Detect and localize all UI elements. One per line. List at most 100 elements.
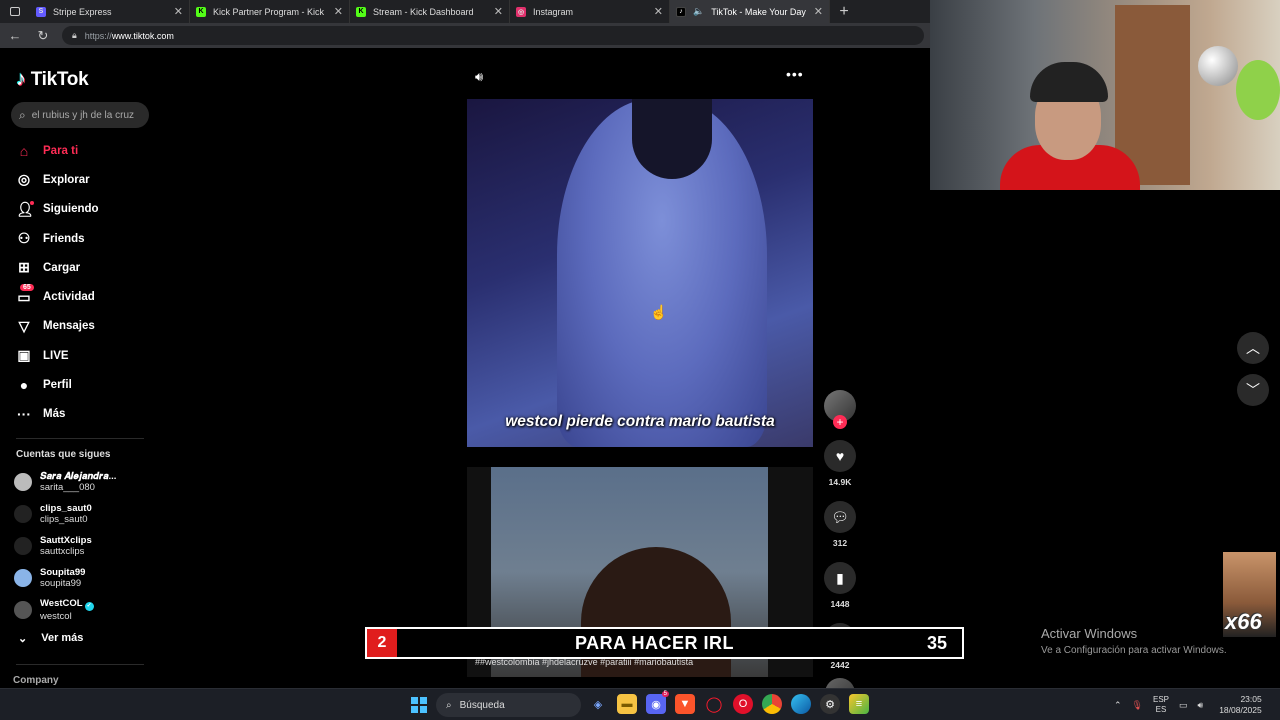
tab-instagram[interactable]: ◎ Instagram ✕ — [510, 0, 670, 23]
tab-kick-partner[interactable]: K Kick Partner Program - Kick Dashb ✕ — [190, 0, 350, 23]
account-display-name: SauttXclips — [40, 535, 92, 546]
webcam-balloon — [1236, 60, 1280, 120]
comment-icon[interactable]: 💬︎ — [824, 501, 856, 533]
tab-kick-stream[interactable]: K Stream - Kick Dashboard ✕ — [350, 0, 510, 23]
goal-text: PARA HACER IRL — [575, 632, 734, 653]
webcam-balloon — [1198, 46, 1238, 86]
tab-tiktok[interactable]: ♪ 🔈 TikTok - Make Your Day ✕ — [670, 0, 830, 23]
sidebar-item-para-ti[interactable]: ⌂ Para ti — [0, 136, 160, 165]
sidebar-item-label: Cargar — [43, 261, 81, 274]
avatar — [14, 601, 32, 619]
see-more-button[interactable]: ⌄ Ver más — [18, 632, 83, 645]
sidebar-item-perfil[interactable]: ● Perfil — [0, 370, 160, 399]
sidebar-item-actividad[interactable]: ▭ 65 Actividad — [0, 282, 160, 311]
following-account[interactable]: WestCOL ✓ westcol — [14, 594, 154, 626]
close-icon[interactable]: ✕ — [654, 5, 663, 18]
tiktok-favicon-icon: ♪ — [676, 6, 686, 17]
volume-icon[interactable]: 🔊︎ — [475, 69, 483, 85]
following-account[interactable]: clips_saut0 clips_saut0 — [14, 498, 154, 530]
edge-icon[interactable] — [791, 694, 811, 714]
next-video-button[interactable]: ﹀ — [1237, 374, 1269, 406]
sidebar-item-mensajes[interactable]: ▽ Mensajes — [0, 312, 160, 341]
following-account[interactable]: 𝑺𝒂𝒓𝒂 𝑨𝒍𝒆𝒋𝒂𝒏𝒅𝒓𝒂... sarita___080 — [14, 466, 154, 498]
kick-favicon-icon: K — [356, 6, 366, 17]
avatar — [14, 505, 32, 523]
more-icon: ··· — [17, 406, 31, 423]
more-options-icon[interactable]: ••• — [786, 66, 804, 82]
chevron-up-icon[interactable]: ⌃ — [1114, 700, 1122, 711]
comment-count: 312 — [832, 538, 848, 548]
sidebar-item-label: Perfil — [43, 379, 72, 392]
opera-gx-icon[interactable]: O — [733, 694, 753, 714]
video-caption: westcol pierde contra mario bautista — [505, 413, 775, 430]
new-tab-button[interactable]: + — [830, 3, 858, 21]
reload-icon[interactable]: ↻ — [34, 28, 52, 44]
browser-tab-bar: S Stripe Express ✕ K Kick Partner Progra… — [0, 0, 930, 23]
taskbar-clock[interactable]: 23:05 18/08/2025 — [1219, 694, 1262, 716]
discord-icon[interactable]: ◉ 5 — [646, 691, 669, 714]
tab-stripe-express[interactable]: S Stripe Express ✕ — [30, 0, 190, 23]
close-icon[interactable]: ✕ — [334, 5, 343, 18]
video-player[interactable]: westcol pierde contra mario bautista — [467, 99, 813, 447]
language-indicator[interactable]: ESP ES — [1153, 695, 1169, 715]
friends-icon: ⚇ — [17, 230, 31, 247]
sidebar-item-label: Para ti — [43, 144, 79, 157]
divider — [16, 664, 144, 665]
follow-plus-icon[interactable]: + — [833, 415, 847, 429]
divider — [16, 438, 144, 439]
microphone-icon[interactable]: 🎙︎ — [1132, 700, 1143, 711]
stream-goal-bar: 2 PARA HACER IRL 35 — [365, 627, 964, 659]
window-menu-button[interactable] — [0, 0, 30, 23]
creator-avatar[interactable]: + — [824, 390, 856, 429]
sidebar-item-label: Friends — [43, 232, 85, 245]
url-scheme: https:// — [84, 30, 112, 41]
sidebar-item-label: Actividad — [43, 291, 95, 304]
taskbar-search[interactable]: ⌕ Búsqueda — [436, 693, 581, 717]
stripe-favicon-icon: S — [36, 6, 46, 17]
sidebar-item-mas[interactable]: ··· Más — [0, 400, 160, 429]
file-explorer-icon[interactable]: ▬ — [617, 694, 637, 714]
back-icon[interactable]: ← — [6, 28, 24, 43]
network-icon[interactable]: ▭ — [1179, 700, 1188, 711]
search-input[interactable] — [31, 109, 142, 121]
sidebar-item-cargar[interactable]: ⊞ Cargar — [0, 253, 160, 282]
company-link[interactable]: Company — [13, 675, 59, 686]
brave-icon[interactable]: ▼ — [675, 694, 695, 714]
close-icon[interactable]: ✕ — [814, 5, 823, 18]
account-username: westcol — [40, 611, 72, 622]
windows-start-icon[interactable] — [411, 697, 427, 713]
bookmark-icon[interactable]: ▮ — [824, 562, 856, 594]
tiktok-logo[interactable]: ♪ TikTok — [16, 68, 89, 91]
following-account[interactable]: Soupita99 soupita99 — [14, 562, 154, 594]
like-count: 14.9K — [828, 477, 852, 487]
search-icon[interactable]: ⌕ — [19, 108, 26, 123]
goal-right-number: 35 — [926, 632, 948, 653]
taskbar-search-label: Búsqueda — [459, 699, 505, 711]
chrome-icon[interactable] — [762, 694, 782, 714]
bluestacks-icon[interactable]: ≡ — [849, 694, 869, 714]
sidebar-item-siguiendo[interactable]: 👤︎ Siguiendo — [0, 195, 160, 224]
taskbar-apps: ◈ ▬ ◉ 5 ▼ ◯ O ⚙ ≡ — [588, 691, 869, 714]
url-field[interactable]: 🔒︎ https://www.tiktok.com — [62, 26, 924, 45]
volume-icon[interactable]: 🔊︎ — [1198, 700, 1204, 711]
heart-icon[interactable]: ♥ — [824, 440, 856, 472]
discord-badge: 5 — [661, 691, 669, 697]
save-action: ▮ 1448 — [823, 562, 857, 609]
sidebar-item-live[interactable]: ▣ LIVE — [0, 341, 160, 370]
following-account[interactable]: SauttXclips sauttxclips — [14, 530, 154, 562]
chevron-down-icon: ﹀ — [1246, 382, 1260, 398]
activity-icon: ▭ — [17, 288, 31, 305]
sidebar-item-friends[interactable]: ⚇ Friends — [0, 224, 160, 253]
activity-badge: 65 — [20, 284, 34, 292]
app-icon-generic[interactable]: ◈ — [588, 694, 608, 714]
see-more-label: Ver más — [41, 632, 84, 644]
speaker-icon[interactable]: 🔈 — [693, 6, 704, 17]
account-username: sauttxclips — [40, 546, 85, 557]
tiktok-sidebar: ♪ TikTok ⌕ ⌂ Para ti ◎ Explorar 👤︎ Sigui… — [0, 48, 160, 688]
close-icon[interactable]: ✕ — [494, 5, 503, 18]
sidebar-item-explorar[interactable]: ◎ Explorar — [0, 165, 160, 194]
obs-icon[interactable]: ⚙ — [820, 694, 840, 714]
close-icon[interactable]: ✕ — [174, 5, 183, 18]
opera-icon[interactable]: ◯ — [704, 694, 724, 714]
previous-video-button[interactable]: ︿ — [1237, 332, 1269, 364]
